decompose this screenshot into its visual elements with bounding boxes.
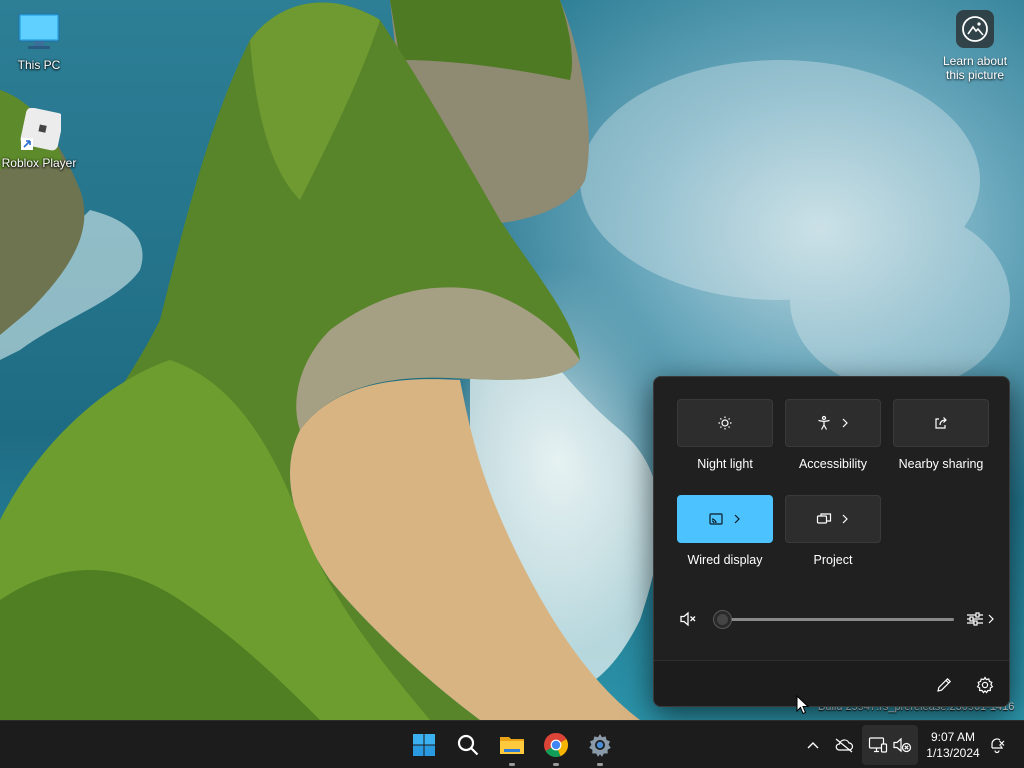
chrome-icon xyxy=(544,732,568,757)
volume-row xyxy=(678,607,996,631)
settings-app-button[interactable] xyxy=(584,729,616,766)
brightness-icon xyxy=(718,416,732,430)
show-hidden-icons-button[interactable] xyxy=(803,735,823,755)
this-pc-icon xyxy=(17,10,61,54)
desktop-icon-label: Roblox Player xyxy=(1,156,77,170)
running-indicator xyxy=(597,763,603,766)
onedrive-tray-button[interactable] xyxy=(834,735,854,755)
search-button[interactable] xyxy=(452,729,484,761)
taskbar-clock[interactable]: 9:07 AM 1/13/2024 xyxy=(922,729,984,761)
quick-settings-tray-button[interactable] xyxy=(862,725,918,765)
volume-slider-thumb[interactable] xyxy=(714,611,731,628)
nearby-sharing-button[interactable] xyxy=(893,399,989,447)
settings-icon xyxy=(589,734,611,757)
gear-icon xyxy=(976,676,994,694)
clock-time: 9:07 AM xyxy=(930,730,976,744)
chevron-right-icon xyxy=(988,614,994,624)
volume-muted-icon xyxy=(892,735,912,755)
mouse-cursor-icon xyxy=(796,695,810,715)
roblox-icon xyxy=(17,107,64,152)
volume-slider-track[interactable] xyxy=(722,618,954,621)
tile-label: Accessibility xyxy=(798,457,868,471)
file-explorer-button[interactable] xyxy=(496,729,528,766)
network-icon xyxy=(868,735,888,755)
tile-accessibility: Accessibility xyxy=(785,399,881,471)
desktop-icon-roblox-player[interactable]: Roblox Player xyxy=(0,107,79,170)
tile-label: Project xyxy=(813,553,853,567)
chevron-up-icon xyxy=(807,742,819,749)
share-icon xyxy=(935,417,947,429)
cloud-offline-icon xyxy=(835,738,854,753)
project-button[interactable] xyxy=(785,495,881,543)
learn-picture-label: Learn about this picture xyxy=(942,54,1008,82)
file-explorer-icon xyxy=(500,737,524,754)
night-light-button[interactable] xyxy=(677,399,773,447)
chevron-right-icon xyxy=(842,514,848,524)
tile-label: Night light xyxy=(697,457,753,471)
audio-output-button[interactable] xyxy=(965,609,997,629)
notifications-button[interactable] xyxy=(987,735,1007,755)
project-icon xyxy=(816,513,832,524)
tile-nearby-sharing: Nearby sharing xyxy=(893,399,989,471)
cast-icon xyxy=(709,513,723,525)
learn-about-picture[interactable]: Learn about this picture xyxy=(935,10,1015,82)
pencil-icon xyxy=(937,677,952,692)
running-indicator xyxy=(509,763,515,766)
running-indicator xyxy=(553,763,559,766)
quick-settings-footer xyxy=(654,660,1009,706)
start-button[interactable] xyxy=(408,729,440,761)
open-settings-button[interactable] xyxy=(975,675,995,695)
chevron-right-icon xyxy=(734,514,740,524)
tile-label: Nearby sharing xyxy=(898,457,984,471)
chevron-right-icon xyxy=(842,418,848,428)
tile-wired-display: Wired display xyxy=(677,495,773,567)
tile-night-light: Night light xyxy=(677,399,773,471)
accessibility-button[interactable] xyxy=(785,399,881,447)
bell-icon xyxy=(991,738,1005,754)
start-icon xyxy=(413,734,435,756)
desktop-icon-label: This PC xyxy=(17,58,61,72)
tile-project: Project xyxy=(785,495,881,567)
search-icon xyxy=(457,734,479,756)
tile-label: Wired display xyxy=(687,553,763,567)
wired-display-button[interactable] xyxy=(677,495,773,543)
accessibility-icon xyxy=(818,415,830,430)
chrome-button[interactable] xyxy=(540,729,572,766)
desktop-icon-this-pc[interactable]: This PC xyxy=(0,10,79,72)
edit-quick-settings-button[interactable] xyxy=(934,675,954,695)
clock-date: 1/13/2024 xyxy=(926,746,980,760)
camera-circle-icon xyxy=(956,10,994,48)
quick-settings-flyout: Night light Accessibility Nearby sharing xyxy=(653,376,1010,707)
speaker-muted-icon[interactable] xyxy=(678,609,698,629)
audio-mixer-icon xyxy=(967,612,983,626)
taskbar: 9:07 AM 1/13/2024 xyxy=(0,720,1024,768)
